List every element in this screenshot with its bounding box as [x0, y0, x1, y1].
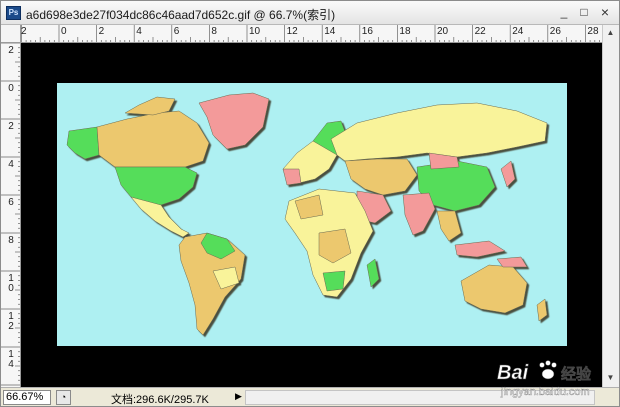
usa-region	[114, 166, 198, 206]
ruler-top-label: 6	[173, 26, 180, 37]
new-zealand-region	[536, 298, 548, 322]
vertical-ruler[interactable]: 2 0 2 4 6 8 10 12 14	[1, 43, 21, 387]
baidu-paw-icon	[539, 360, 557, 380]
baidu-brand-text: Bai	[497, 362, 529, 384]
ruler-left-label: 4	[8, 159, 14, 170]
canada-region	[96, 110, 210, 168]
world-map-graphic	[66, 92, 548, 336]
close-button[interactable]: ×	[597, 5, 613, 20]
scroll-down-arrow[interactable]: ▼	[603, 370, 618, 385]
ruler-top-label: 28	[587, 26, 599, 37]
photoshop-icon: Ps	[6, 6, 21, 20]
scroll-up-arrow[interactable]: ▲	[603, 25, 618, 40]
jingyan-url-text: jingyan.baidu.com	[500, 386, 590, 398]
ruler-top-label: 22	[474, 26, 486, 37]
ruler-left-label: 6	[8, 197, 14, 208]
ruler-left-label: 14	[8, 349, 14, 370]
photoshop-document-window: Ps a6d698e3de27f034dc86c46aad7d652c.gif …	[0, 0, 620, 407]
alaska-region	[66, 126, 100, 160]
iberia-region	[282, 168, 302, 186]
ruler-top-label: 20	[437, 26, 449, 37]
status-menu-icon[interactable]: ◔	[56, 390, 71, 405]
title-bar[interactable]: Ps a6d698e3de27f034dc86c46aad7d652c.gif …	[1, 1, 619, 25]
horizontal-ruler[interactable]: 2 0 2 4 6 8 10 12 14 16 18 20 22 24 26 28	[21, 25, 602, 43]
vertical-ruler-ticks	[1, 43, 20, 386]
southeast-asia-region	[436, 210, 462, 242]
ruler-top-label: 16	[361, 26, 373, 37]
ruler-left-label: 2	[8, 121, 14, 132]
russia-region	[330, 102, 548, 162]
maximize-button[interactable]: □	[576, 6, 592, 20]
ruler-top-label: 10	[249, 26, 261, 37]
document-title: a6d698e3de27f034dc86c46aad7d652c.gif @ 6…	[26, 8, 336, 22]
ruler-left-label: 10	[8, 273, 14, 294]
ruler-top-label: 4	[136, 26, 142, 37]
ruler-top-label: 14	[324, 26, 336, 37]
minimize-button[interactable]: _	[556, 6, 572, 20]
ruler-top-label: 2	[98, 26, 105, 37]
australia-region	[460, 264, 528, 314]
indonesia-region	[454, 240, 506, 258]
zoom-level-field[interactable]: 66.67%	[3, 390, 51, 405]
new-guinea-region	[496, 256, 528, 268]
ruler-top-label: 26	[549, 26, 561, 37]
ruler-left-label: 0	[8, 83, 14, 94]
ruler-top-label: 12	[286, 26, 298, 37]
ruler-top-label: 2	[21, 26, 27, 37]
document-size-info: 文档:296.6K/295.7K	[111, 394, 209, 406]
greenland-region	[198, 92, 270, 150]
madagascar-region	[366, 258, 380, 288]
jingyan-brand-text: 经验	[561, 365, 592, 383]
central-asia-region	[344, 158, 418, 196]
ruler-left-label: 2	[8, 45, 14, 56]
status-menu-arrow[interactable]: ▶	[235, 391, 242, 402]
document-canvas[interactable]	[21, 43, 602, 387]
india-region	[402, 192, 436, 236]
southern-africa-region	[322, 270, 346, 292]
baidu-jingyan-watermark: Bai 经验 jingyan.baidu.com	[495, 357, 605, 401]
vertical-scrollbar[interactable]: ▲ ▼	[602, 25, 619, 387]
ruler-left-label: 12	[8, 311, 14, 332]
japan-region	[500, 160, 516, 188]
ruler-left-label: 8	[8, 235, 14, 246]
ruler-top-label: 24	[512, 26, 524, 37]
ruler-top-label: 0	[61, 26, 67, 37]
world-map-image[interactable]	[57, 83, 567, 346]
ruler-top-label: 18	[399, 26, 411, 37]
ruler-top-label: 8	[211, 26, 217, 37]
baidu-logo-graphic: Bai 经验 jingyan.baidu.com	[497, 360, 592, 398]
ruler-origin[interactable]	[1, 25, 21, 43]
